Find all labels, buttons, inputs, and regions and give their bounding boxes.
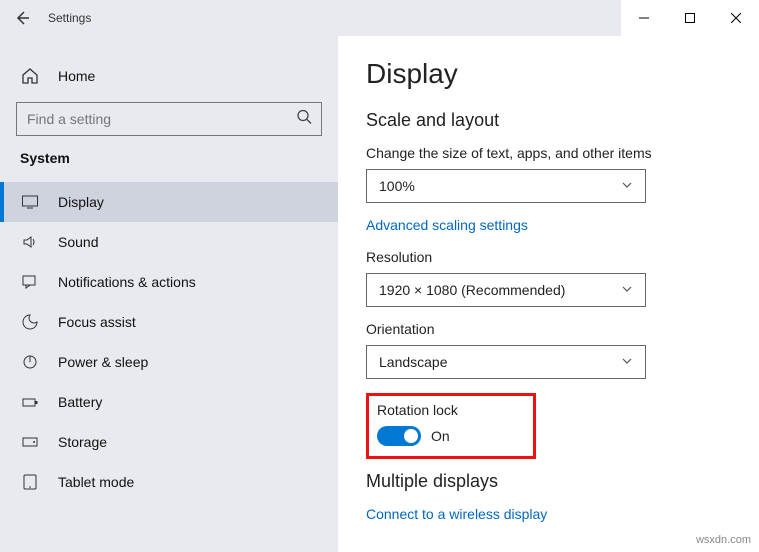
- maximize-button[interactable]: [667, 0, 713, 36]
- content-pane: Display Scale and layout Change the size…: [338, 36, 759, 552]
- close-button[interactable]: [713, 0, 759, 36]
- back-button[interactable]: [0, 0, 44, 36]
- battery-icon: [20, 392, 40, 412]
- rotation-lock-highlight: Rotation lock On: [366, 393, 536, 459]
- sidebar-item-label: Power & sleep: [58, 354, 148, 370]
- resolution-label: Resolution: [366, 249, 729, 265]
- sound-icon: [20, 232, 40, 252]
- resolution-dropdown[interactable]: 1920 × 1080 (Recommended): [366, 273, 646, 307]
- close-icon: [731, 13, 741, 23]
- app-title: Settings: [48, 11, 91, 25]
- sidebar-group-system: System: [20, 150, 338, 166]
- home-icon: [20, 66, 40, 86]
- search-icon: [296, 109, 312, 130]
- tablet-icon: [20, 472, 40, 492]
- minimize-button[interactable]: [621, 0, 667, 36]
- resolution-value: 1920 × 1080 (Recommended): [379, 282, 565, 298]
- chevron-down-icon: [621, 178, 633, 194]
- orientation-value: Landscape: [379, 354, 448, 370]
- sidebar-item-label: Storage: [58, 434, 107, 450]
- sidebar-item-notifications[interactable]: Notifications & actions: [0, 262, 338, 302]
- sidebar-item-display[interactable]: Display: [0, 182, 338, 222]
- sidebar-item-label: Notifications & actions: [58, 274, 196, 290]
- text-size-label: Change the size of text, apps, and other…: [366, 145, 729, 161]
- sidebar-item-label: Tablet mode: [58, 474, 134, 490]
- rotation-lock-label: Rotation lock: [377, 402, 525, 418]
- sidebar-item-label: Sound: [58, 234, 98, 250]
- power-icon: [20, 352, 40, 372]
- nav-home[interactable]: Home: [0, 56, 338, 96]
- sidebar-item-storage[interactable]: Storage: [0, 422, 338, 462]
- arrow-left-icon: [14, 10, 30, 26]
- watermark: wsxdn.com: [696, 534, 751, 546]
- orientation-label: Orientation: [366, 321, 729, 337]
- display-icon: [20, 192, 40, 212]
- nav-home-label: Home: [58, 68, 95, 84]
- page-title: Display: [366, 58, 729, 90]
- storage-icon: [20, 432, 40, 452]
- orientation-dropdown[interactable]: Landscape: [366, 345, 646, 379]
- sidebar-item-label: Focus assist: [58, 314, 136, 330]
- chevron-down-icon: [621, 354, 633, 370]
- text-size-value: 100%: [379, 178, 415, 194]
- wireless-display-link[interactable]: Connect to a wireless display: [366, 506, 547, 522]
- sidebar-item-power-sleep[interactable]: Power & sleep: [0, 342, 338, 382]
- sidebar-item-focus-assist[interactable]: Focus assist: [0, 302, 338, 342]
- search-input[interactable]: [16, 102, 322, 136]
- sidebar: Home System Display Sound Notifications …: [0, 36, 338, 552]
- sidebar-item-battery[interactable]: Battery: [0, 382, 338, 422]
- minimize-icon: [639, 13, 649, 23]
- rotation-lock-state: On: [431, 428, 450, 444]
- chevron-down-icon: [621, 282, 633, 298]
- titlebar: Settings: [0, 0, 759, 36]
- sidebar-item-sound[interactable]: Sound: [0, 222, 338, 262]
- notifications-icon: [20, 272, 40, 292]
- maximize-icon: [685, 13, 695, 23]
- section-scale-layout: Scale and layout: [366, 110, 729, 131]
- sidebar-item-label: Display: [58, 194, 104, 210]
- text-size-dropdown[interactable]: 100%: [366, 169, 646, 203]
- sidebar-item-tablet-mode[interactable]: Tablet mode: [0, 462, 338, 502]
- rotation-lock-toggle[interactable]: [377, 426, 421, 446]
- sidebar-item-label: Battery: [58, 394, 102, 410]
- advanced-scaling-link[interactable]: Advanced scaling settings: [366, 217, 528, 233]
- focus-assist-icon: [20, 312, 40, 332]
- section-multiple-displays: Multiple displays: [366, 471, 729, 492]
